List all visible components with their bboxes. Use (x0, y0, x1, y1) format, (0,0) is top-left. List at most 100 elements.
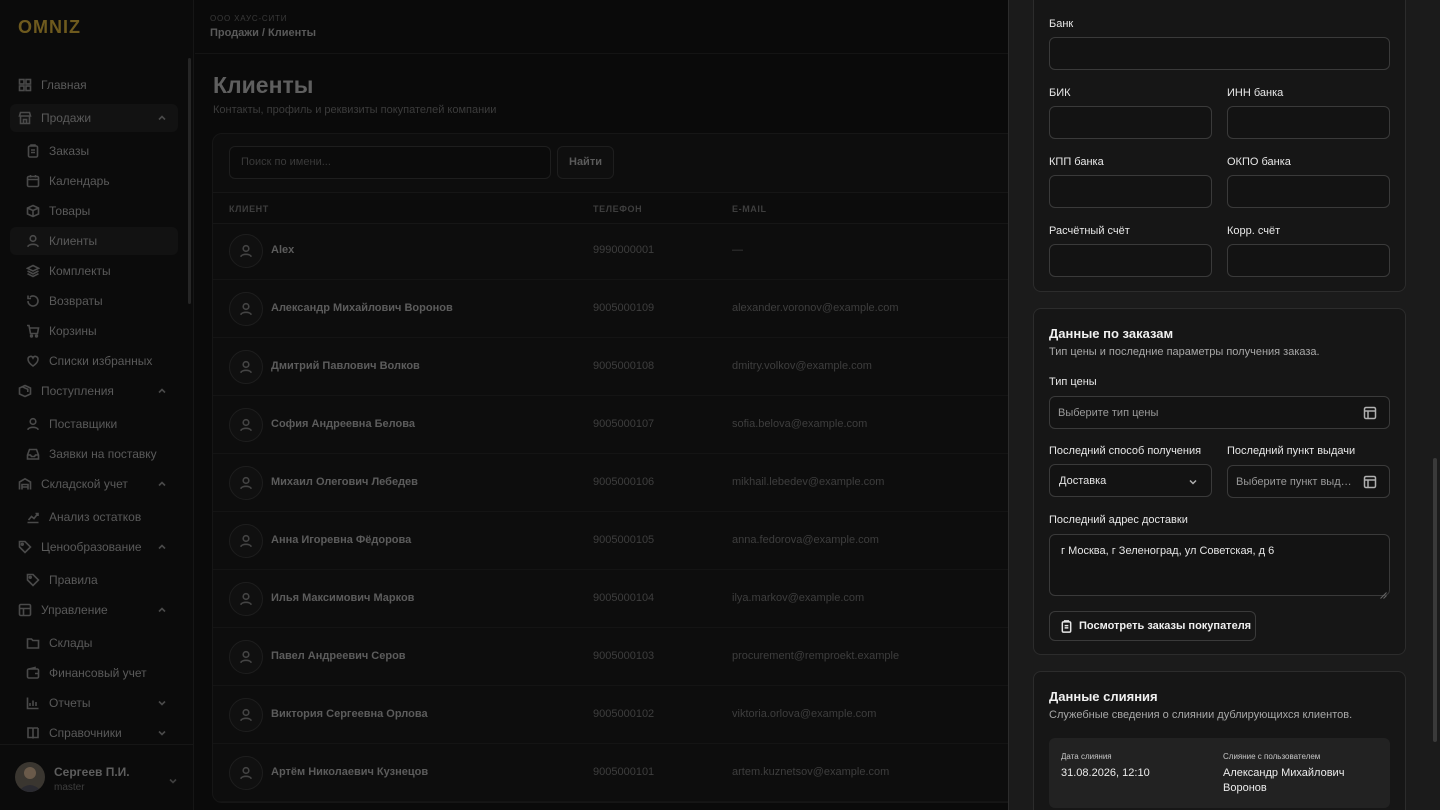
heart-icon (26, 354, 40, 368)
chevron-down-icon[interactable] (167, 774, 179, 786)
clients-card: Поиск по имени... Найти КЛИЕНТ ТЕЛЕФОН E… (212, 133, 1032, 803)
table-row[interactable]: Артём Николаевич Кузнецов 9005000101 artem… (213, 744, 1031, 802)
breadcrumb[interactable]: Продажи / Клиенты (210, 27, 316, 39)
delivery-method-select[interactable]: Доставка (1049, 464, 1212, 497)
corr-account-input[interactable] (1227, 244, 1390, 277)
chevron-up-icon[interactable] (156, 604, 168, 616)
okpo-input[interactable] (1227, 175, 1390, 208)
table-row[interactable]: Илья Максимович Марков 9005000104 ilya.mar… (213, 570, 1031, 628)
chevron-down-icon[interactable] (156, 727, 168, 739)
kpp-input[interactable] (1049, 175, 1212, 208)
sidebar-item-1[interactable]: Главная (10, 71, 178, 99)
merge-date-value: 31.08.2026, 12:10 (1061, 767, 1150, 779)
sidebar-item-label: Клиенты (49, 234, 98, 248)
table-row[interactable]: София Андреевна Белова 9005000107 sofia.be… (213, 396, 1031, 454)
bank-inn-input[interactable] (1227, 106, 1390, 139)
sidebar-item-label: Управление (41, 603, 108, 617)
sidebar-item-label: Поступления (41, 384, 114, 398)
chevron-down-icon[interactable] (156, 697, 168, 709)
sidebar-item-21[interactable]: Отчеты (10, 689, 178, 717)
user-icon (229, 698, 263, 732)
bank-input[interactable] (1049, 37, 1390, 70)
sidebar-item-9[interactable]: Корзины (10, 317, 178, 345)
account-input[interactable] (1049, 244, 1212, 277)
okpo-label: ОКПО банка (1227, 156, 1291, 168)
chart-icon (26, 696, 40, 710)
sidebar-item-11[interactable]: Поступления (10, 377, 178, 405)
sidebar-item-5[interactable]: Товары (10, 197, 178, 225)
sidebar-item-7[interactable]: Комплекты (10, 257, 178, 285)
sidebar-item-8[interactable]: Возвраты (10, 287, 178, 315)
sidebar-item-4[interactable]: Календарь (10, 167, 178, 195)
sidebar-item-3[interactable]: Заказы (10, 137, 178, 165)
view-orders-button[interactable]: Посмотреть заказы покупателя (1049, 611, 1256, 641)
client-email: mikhail.lebedev@example.com (732, 476, 885, 488)
wallet-icon (26, 666, 40, 680)
search-input[interactable]: Поиск по имени... (229, 146, 551, 179)
user-name: Сергеев П.И. (54, 765, 130, 779)
layers-icon (26, 264, 40, 278)
sidebar: OMNIZ Главная Продажи Заказы Календарь Товар… (0, 0, 194, 810)
chevron-up-icon[interactable] (156, 385, 168, 397)
sidebar-item-13[interactable]: Заявки на поставку (10, 440, 178, 468)
sidebar-item-12[interactable]: Поставщики (10, 410, 178, 438)
resize-handle-icon[interactable] (1380, 586, 1387, 599)
sidebar-item-2[interactable]: Продажи (10, 104, 178, 132)
client-details-panel: Банк БИК ИНН банка КПП банка ОКПО банка … (1008, 0, 1440, 810)
column-email[interactable]: E-MAIL (732, 204, 767, 214)
bik-input[interactable] (1049, 106, 1212, 139)
client-email: viktoria.orlova@example.com (732, 708, 877, 720)
user-icon (26, 234, 40, 248)
price-tag-icon (18, 540, 32, 554)
trend-icon (26, 510, 40, 524)
sidebar-item-16[interactable]: Ценообразование (10, 533, 178, 561)
sidebar-item-18[interactable]: Управление (10, 596, 178, 624)
sidebar-item-15[interactable]: Анализ остатков (10, 503, 178, 531)
pickup-point-picker[interactable]: Выберите пункт выдачи (1227, 465, 1390, 498)
address-value: г Москва, г Зеленоград, ул Советская, д … (1061, 545, 1275, 557)
grid-icon (18, 603, 32, 617)
chevron-up-icon[interactable] (156, 112, 168, 124)
merge-user-value[interactable]: Александр Михайлович Воронов (1223, 766, 1373, 796)
address-textarea[interactable]: г Москва, г Зеленоград, ул Советская, д … (1049, 534, 1390, 599)
sidebar-item-19[interactable]: Склады (10, 629, 178, 657)
table-row[interactable]: Виктория Сергеевна Орлова 9005000102 vikto… (213, 686, 1031, 744)
user-icon (229, 640, 263, 674)
table-row[interactable]: Анна Игоревна Фёдорова 9005000105 anna.fed… (213, 512, 1031, 570)
dashboard-icon (18, 78, 32, 92)
client-email: anna.fedorova@example.com (732, 534, 879, 546)
table-row[interactable]: Александр Михайлович Воронов 9005000109 al… (213, 280, 1031, 338)
table-row[interactable]: Павел Андреевич Серов 9005000103 procureme… (213, 628, 1031, 686)
price-type-picker[interactable]: Выберите тип цены (1049, 396, 1390, 429)
merge-user-label: Слияние с пользователем (1223, 752, 1321, 761)
find-button[interactable]: Найти (557, 146, 614, 179)
column-client[interactable]: КЛИЕНТ (229, 204, 269, 214)
user-icon (229, 350, 263, 384)
sidebar-item-label: Заявки на поставку (49, 447, 157, 461)
merge-section: Данные слияния Служебные сведения о слия… (1033, 671, 1406, 810)
user-profile[interactable]: Сергеев П.И. master (0, 744, 194, 810)
merge-desc: Служебные сведения о слиянии дублирующих… (1049, 709, 1353, 721)
table-row[interactable]: Михаил Олегович Лебедев 9005000106 mikhail… (213, 454, 1031, 512)
column-phone[interactable]: ТЕЛЕФОН (593, 204, 642, 214)
sidebar-item-22[interactable]: Справочники (10, 719, 178, 747)
pickup-point-label: Последний пункт выдачи (1227, 445, 1356, 457)
table-picker-icon[interactable] (1363, 406, 1377, 420)
sidebar-item-20[interactable]: Финансовый учет (10, 659, 178, 687)
sidebar-scrollbar[interactable] (188, 58, 191, 304)
sidebar-item-10[interactable]: Списки избранных (10, 347, 178, 375)
sidebar-item-14[interactable]: Складской учет (10, 470, 178, 498)
chevron-up-icon[interactable] (156, 541, 168, 553)
chevron-up-icon[interactable] (156, 478, 168, 490)
clipboard-icon (26, 144, 40, 158)
chevron-down-icon[interactable] (1187, 475, 1199, 487)
table-row[interactable]: Дмитрий Павлович Волков 9005000108 dmitry.… (213, 338, 1031, 396)
sidebar-item-17[interactable]: Правила (10, 566, 178, 594)
table-row[interactable]: Alex 9990000001 — (213, 222, 1031, 280)
sidebar-item-6[interactable]: Клиенты (10, 227, 178, 255)
omniz-logo[interactable]: OMNIZ (18, 18, 134, 35)
panel-scrollbar[interactable] (1433, 458, 1437, 742)
table-picker-icon[interactable] (1363, 475, 1377, 489)
warehouse-icon (18, 477, 32, 491)
client-phone: 9005000108 (593, 360, 655, 372)
